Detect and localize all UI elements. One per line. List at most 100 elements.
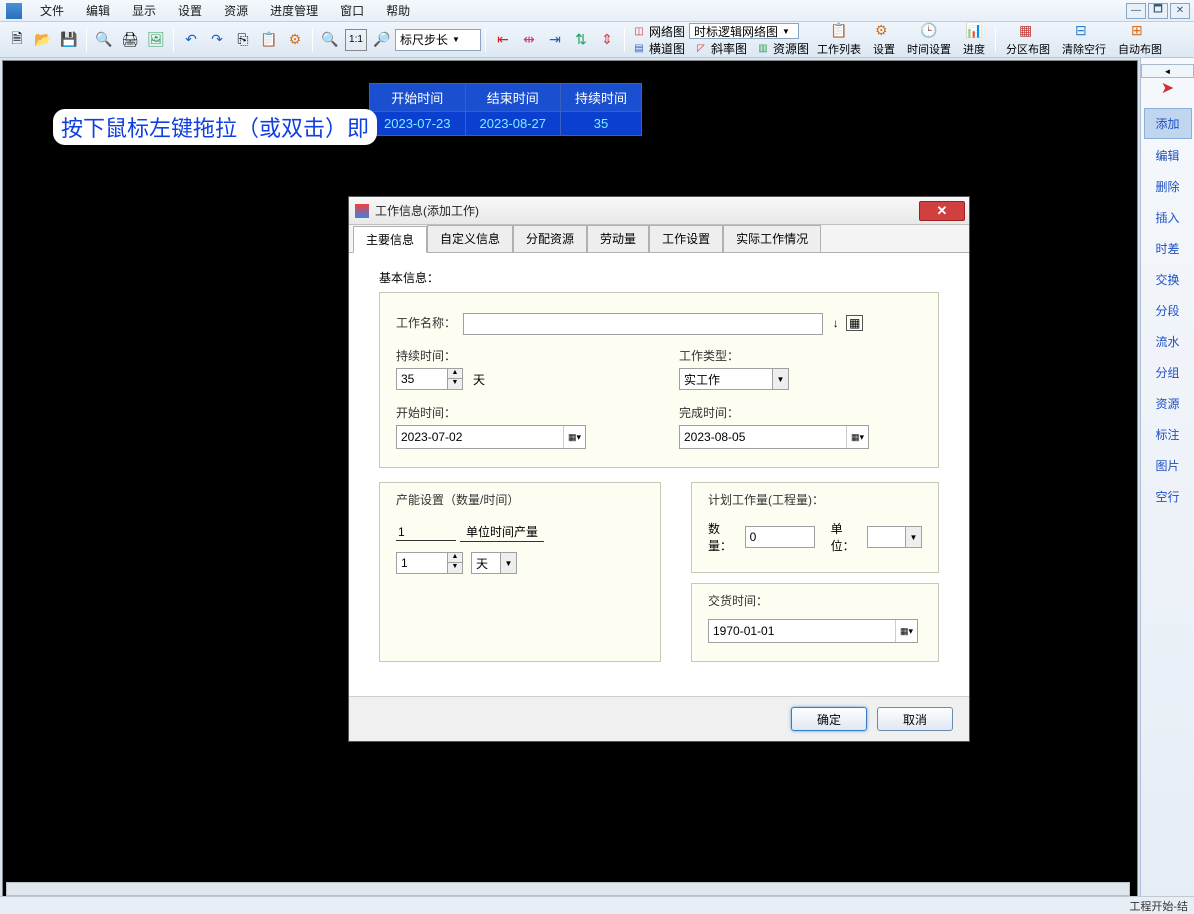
- image-icon[interactable]: 🖼: [145, 29, 167, 51]
- right-btn-float[interactable]: 时差: [1144, 234, 1192, 263]
- right-btn-annotate[interactable]: 标注: [1144, 420, 1192, 449]
- tool-icon[interactable]: ⚙: [284, 29, 306, 51]
- right-btn-group[interactable]: 分组: [1144, 358, 1192, 387]
- dialog-close-button[interactable]: ✕: [919, 201, 965, 221]
- down-arrow-icon[interactable]: ↓: [833, 316, 839, 330]
- paste-icon[interactable]: 📋: [258, 29, 280, 51]
- gantt-view-button[interactable]: 横道图: [649, 40, 685, 57]
- arrow-red-icon[interactable]: ⇤: [492, 29, 514, 51]
- tab-resource[interactable]: 分配资源: [513, 225, 587, 252]
- capacity-time-spinner[interactable]: ▲ ▼: [396, 552, 463, 574]
- right-btn-add[interactable]: 添加: [1144, 108, 1192, 139]
- view-section: ◫ 网络图 时标逻辑网络图 ▼ ▤ 横道图 ◸ 斜率图 ▥ 资源图: [631, 23, 809, 57]
- capacity-qty-input[interactable]: [396, 524, 456, 541]
- right-btn-swap[interactable]: 交换: [1144, 265, 1192, 294]
- capacity-unit-combo[interactable]: 天 ▼: [471, 552, 517, 574]
- calendar-icon[interactable]: ▦▾: [846, 426, 868, 448]
- maximize-button[interactable]: 🗖: [1148, 3, 1168, 19]
- duration-input[interactable]: [396, 368, 448, 390]
- menu-resource[interactable]: 资源: [214, 0, 258, 21]
- menu-file[interactable]: 文件: [30, 0, 74, 21]
- resource-view-button[interactable]: 资源图: [773, 40, 809, 57]
- tab-actual[interactable]: 实际工作情况: [723, 225, 821, 252]
- menu-window[interactable]: 窗口: [330, 0, 374, 21]
- cursor-icon[interactable]: ➤: [1161, 78, 1174, 98]
- menu-edit[interactable]: 编辑: [76, 0, 120, 21]
- grid-icon[interactable]: ▦: [846, 315, 863, 331]
- capacity-time-input[interactable]: [396, 552, 448, 574]
- slope-view-button[interactable]: 斜率图: [711, 40, 747, 57]
- tab-labor[interactable]: 劳动量: [587, 225, 649, 252]
- zoom-11-icon[interactable]: 1:1: [345, 29, 367, 51]
- arrow-blue-icon[interactable]: ⇥: [544, 29, 566, 51]
- dialog-titlebar[interactable]: 工作信息(添加工作) ✕: [349, 197, 969, 225]
- arrow-colored-icon[interactable]: ⇹: [518, 29, 540, 51]
- right-btn-delete[interactable]: 删除: [1144, 172, 1192, 201]
- menu-help[interactable]: 帮助: [376, 0, 420, 21]
- end-date-input[interactable]: 2023-08-05 ▦▾: [679, 425, 869, 449]
- time-settings-label: 时间设置: [907, 41, 951, 57]
- end-date-value: 2023-08-05: [684, 430, 745, 444]
- menu-progress[interactable]: 进度管理: [260, 0, 328, 21]
- dialog-body: 基本信息： 工作名称： ↓ ▦ 持续时间： ▲: [349, 253, 969, 696]
- delivery-date-input[interactable]: 1970-01-01 ▦▾: [708, 619, 918, 643]
- clear-empty-button[interactable]: ⊟ 清除空行: [1062, 22, 1106, 57]
- work-type-combo[interactable]: 实工作 ▼: [679, 368, 789, 390]
- resource-icon: ▥: [755, 41, 771, 55]
- panel-left-arrow[interactable]: ◄: [1141, 64, 1194, 78]
- planned-unit-combo[interactable]: ▼: [867, 526, 922, 548]
- delivery-group: 交货时间： 1970-01-01 ▦▾: [691, 583, 939, 662]
- calendar-icon[interactable]: ▦▾: [895, 620, 917, 642]
- auto-layout-button[interactable]: ⊞ 自动布图: [1118, 22, 1162, 57]
- window-controls: — 🗖 ✕: [1126, 3, 1194, 19]
- task-list-button[interactable]: 📋 工作列表: [817, 22, 861, 57]
- open-file-icon[interactable]: 📂: [32, 29, 54, 51]
- spin-up-icon[interactable]: ▲: [448, 369, 462, 379]
- auto-icon: ⊞: [1131, 22, 1149, 40]
- settings-button[interactable]: ⚙ 设置: [873, 22, 895, 57]
- zoom-in-icon[interactable]: 🔎: [371, 29, 393, 51]
- calendar-icon[interactable]: ▦▾: [563, 426, 585, 448]
- right-btn-blank[interactable]: 空行: [1144, 482, 1192, 511]
- right-btn-image[interactable]: 图片: [1144, 451, 1192, 480]
- cancel-button[interactable]: 取消: [877, 707, 953, 731]
- tab-main[interactable]: 主要信息: [353, 226, 427, 253]
- spin-down-icon[interactable]: ▼: [448, 563, 462, 573]
- print-icon[interactable]: 🖨: [119, 29, 141, 51]
- copy-icon[interactable]: ⎘: [232, 29, 254, 51]
- planned-qty-input[interactable]: [745, 526, 815, 548]
- h-scrollbar[interactable]: [6, 882, 1130, 896]
- time-settings-button[interactable]: 🕒 时间设置: [907, 22, 951, 57]
- menu-settings[interactable]: 设置: [168, 0, 212, 21]
- spin-up-icon[interactable]: ▲: [448, 553, 462, 563]
- ruler-step-combo[interactable]: 标尺步长 ▼: [395, 29, 481, 51]
- undo-icon[interactable]: ↶: [180, 29, 202, 51]
- zone-layout-button[interactable]: ▦ 分区布图: [1006, 22, 1050, 57]
- spin-down-icon[interactable]: ▼: [448, 379, 462, 389]
- network-type-combo[interactable]: 时标逻辑网络图 ▼: [689, 23, 799, 39]
- tab-custom[interactable]: 自定义信息: [427, 225, 513, 252]
- redo-icon[interactable]: ↷: [206, 29, 228, 51]
- network-view-button[interactable]: 网络图: [649, 23, 685, 40]
- minimize-button[interactable]: —: [1126, 3, 1146, 19]
- zoom-out-icon[interactable]: 🔍: [319, 29, 341, 51]
- right-btn-flow[interactable]: 流水: [1144, 327, 1192, 356]
- compress-icon[interactable]: ⇅: [570, 29, 592, 51]
- task-name-input[interactable]: [463, 313, 823, 335]
- start-date-input[interactable]: 2023-07-02 ▦▾: [396, 425, 586, 449]
- network-icon: ◫: [631, 24, 647, 38]
- save-file-icon[interactable]: 💾: [58, 29, 80, 51]
- new-file-icon[interactable]: 🗎: [6, 29, 28, 51]
- right-btn-edit[interactable]: 编辑: [1144, 141, 1192, 170]
- menu-display[interactable]: 显示: [122, 0, 166, 21]
- tab-settings[interactable]: 工作设置: [649, 225, 723, 252]
- right-btn-segment[interactable]: 分段: [1144, 296, 1192, 325]
- ok-button[interactable]: 确定: [791, 707, 867, 731]
- expand-icon[interactable]: ⇕: [596, 29, 618, 51]
- right-btn-resource[interactable]: 资源: [1144, 389, 1192, 418]
- progress-button[interactable]: 📊 进度: [963, 22, 985, 57]
- duration-spinner[interactable]: ▲ ▼: [396, 368, 463, 390]
- close-button[interactable]: ✕: [1170, 3, 1190, 19]
- right-btn-insert[interactable]: 插入: [1144, 203, 1192, 232]
- preview-icon[interactable]: 🔍: [93, 29, 115, 51]
